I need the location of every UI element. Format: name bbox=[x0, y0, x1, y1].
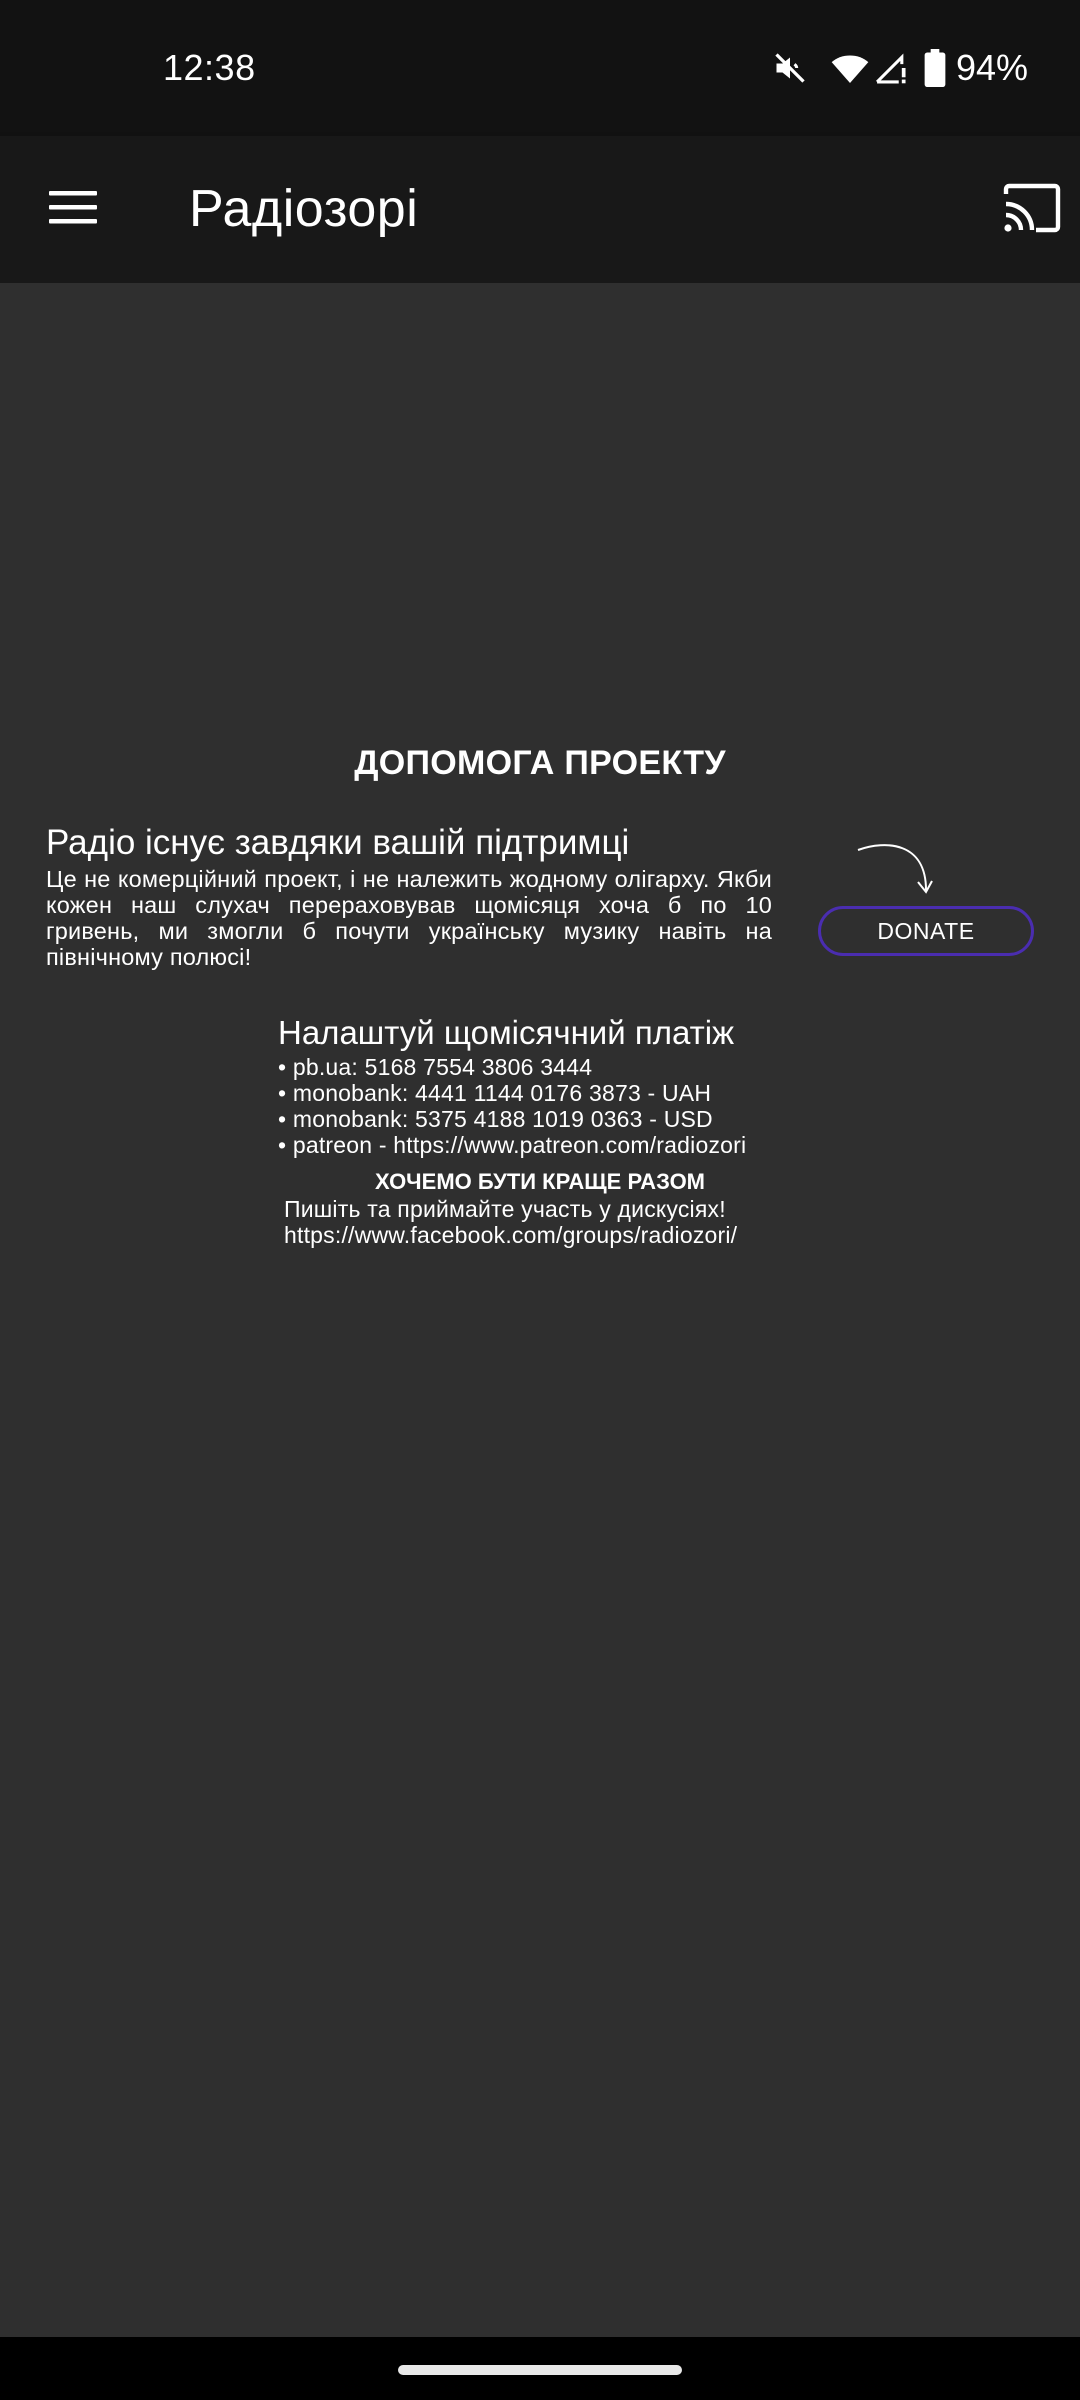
payment-item-monobank-uah: monobank: 4441 1144 0176 3873 - UAH bbox=[278, 1080, 746, 1106]
navigation-bar bbox=[0, 2337, 1080, 2400]
status-icons: 94% bbox=[772, 44, 1028, 92]
status-time: 12:38 bbox=[163, 47, 256, 88]
donate-button[interactable]: DONATE bbox=[818, 906, 1034, 956]
support-text: Це не комерційний проект, і не належить … bbox=[46, 866, 772, 970]
content-area bbox=[0, 283, 1080, 2337]
payment-item-patreon[interactable]: patreon - https://www.patreon.com/radioz… bbox=[278, 1132, 746, 1158]
arrow-icon bbox=[856, 838, 936, 905]
cast-button[interactable] bbox=[992, 170, 1072, 250]
hamburger-menu-icon bbox=[49, 189, 97, 230]
payment-list: pb.ua: 5168 7554 3806 3444 monobank: 444… bbox=[278, 1054, 746, 1158]
app-bar: Радіозорі bbox=[0, 136, 1080, 283]
together-text: Пишіть та приймайте участь у дискусіях! bbox=[284, 1196, 726, 1222]
payment-item-monobank-usd: monobank: 5375 4188 1019 0363 - USD bbox=[278, 1106, 746, 1132]
monthly-payment-title: Налаштуй щомісячний платіж bbox=[278, 1014, 735, 1051]
cast-icon bbox=[1002, 182, 1062, 239]
home-handle[interactable] bbox=[398, 2365, 682, 2375]
menu-button[interactable] bbox=[36, 176, 110, 242]
status-bar: 12:38 94% bbox=[0, 0, 1080, 136]
app-title: Радіозорі bbox=[189, 180, 419, 238]
support-title: Радіо існує завдяки вашій підтримці bbox=[46, 823, 630, 862]
battery-percent: 94% bbox=[955, 47, 1028, 88]
mute-icon bbox=[772, 50, 808, 86]
battery-icon bbox=[924, 49, 946, 87]
signal-icon bbox=[874, 50, 908, 86]
facebook-link[interactable]: https://www.facebook.com/groups/radiozor… bbox=[284, 1222, 737, 1248]
support-heading: ДОПОМОГА ПРОЕКТУ bbox=[354, 744, 726, 782]
together-title: ХОЧЕМО БУТИ КРАЩЕ РАЗОМ bbox=[374, 1169, 706, 1194]
payment-item-pb: pb.ua: 5168 7554 3806 3444 bbox=[278, 1054, 746, 1080]
wifi-icon bbox=[830, 50, 870, 86]
